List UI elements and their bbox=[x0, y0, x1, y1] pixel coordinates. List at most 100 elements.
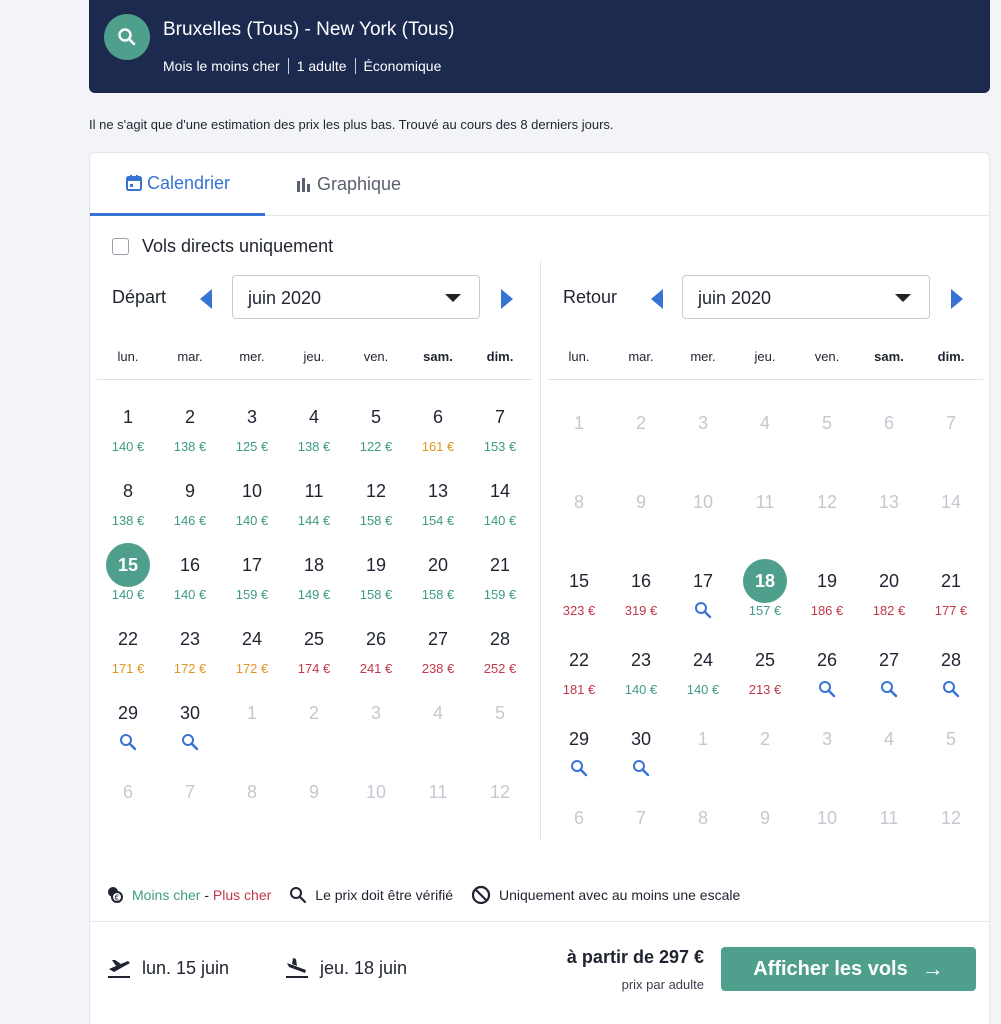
day-cell[interactable]: 8 138 € bbox=[97, 469, 159, 543]
day-cell[interactable]: 3 125 € bbox=[221, 395, 283, 469]
day-cell[interactable]: 16 319 € bbox=[610, 559, 672, 633]
day-cell[interactable]: 20 158 € bbox=[407, 543, 469, 617]
day-cell[interactable]: 19 186 € bbox=[796, 559, 858, 633]
day-cell[interactable]: 6 161 € bbox=[407, 395, 469, 469]
day-cell[interactable]: 25 213 € bbox=[734, 638, 796, 712]
day-cell[interactable]: 12 158 € bbox=[345, 469, 407, 543]
day-cell[interactable]: 29 bbox=[97, 691, 159, 765]
day-cell[interactable]: 9 146 € bbox=[159, 469, 221, 543]
day-cell[interactable]: 27 bbox=[858, 638, 920, 712]
day-cell[interactable]: 5 122 € bbox=[345, 395, 407, 469]
calendar-card: Calendrier Graphique Vols directs unique… bbox=[89, 152, 990, 1024]
day-number: 1 bbox=[697, 729, 708, 749]
tab-calendar[interactable]: Calendrier bbox=[90, 153, 265, 216]
day-cell[interactable]: 27 238 € bbox=[407, 617, 469, 691]
day-number: 20 bbox=[427, 555, 449, 575]
weekday-label: jeu. bbox=[303, 349, 325, 364]
departure-next-month-icon[interactable] bbox=[501, 289, 513, 309]
return-prev-month-icon[interactable] bbox=[651, 289, 663, 309]
return-next-month-icon[interactable] bbox=[951, 289, 963, 309]
day-cell[interactable]: 17 159 € bbox=[221, 543, 283, 617]
day-cell[interactable]: 14 140 € bbox=[469, 469, 531, 543]
tab-graph[interactable]: Graphique bbox=[295, 153, 420, 216]
day-number: 11 bbox=[755, 492, 775, 512]
return-month-select[interactable]: juin 2020 bbox=[682, 275, 930, 319]
day-price: 138 € bbox=[111, 513, 145, 528]
search-icon[interactable] bbox=[104, 14, 150, 60]
day-number: 12 bbox=[489, 782, 511, 802]
day-cell[interactable]: 11 144 € bbox=[283, 469, 345, 543]
day-number: 7 bbox=[635, 808, 646, 828]
day-number: 8 bbox=[122, 481, 133, 501]
day-cell[interactable]: 7 153 € bbox=[469, 395, 531, 469]
day-cell[interactable]: 26 bbox=[796, 638, 858, 712]
day-number: 4 bbox=[883, 729, 894, 749]
day-cell[interactable]: 16 140 € bbox=[159, 543, 221, 617]
weekday-label: mer. bbox=[690, 349, 716, 364]
day-number: 9 bbox=[759, 808, 770, 828]
search-icon[interactable] bbox=[818, 680, 836, 698]
day-cell[interactable]: 18 157 € bbox=[734, 559, 796, 633]
day-cell[interactable]: 17 bbox=[672, 559, 734, 633]
weekday-divider bbox=[548, 379, 983, 380]
day-price: 158 € bbox=[421, 587, 455, 602]
legend-dash: - bbox=[200, 887, 213, 903]
day-price: 158 € bbox=[359, 513, 393, 528]
search-icon[interactable] bbox=[880, 680, 898, 698]
day-cell[interactable]: 15 140 € bbox=[97, 543, 159, 617]
day-cell: 1 bbox=[221, 691, 283, 765]
departure-month-select[interactable]: juin 2020 bbox=[232, 275, 480, 319]
day-cell[interactable]: 22 171 € bbox=[97, 617, 159, 691]
day-cell[interactable]: 23 140 € bbox=[610, 638, 672, 712]
day-cell[interactable]: 20 182 € bbox=[858, 559, 920, 633]
day-cell: 6 bbox=[97, 770, 159, 844]
day-cell[interactable]: 19 158 € bbox=[345, 543, 407, 617]
departure-month-value: juin 2020 bbox=[248, 288, 322, 308]
day-cell: 11 bbox=[858, 796, 920, 870]
day-cell[interactable]: 22 181 € bbox=[548, 638, 610, 712]
day-cell[interactable]: 10 140 € bbox=[221, 469, 283, 543]
day-cell[interactable]: 24 140 € bbox=[672, 638, 734, 712]
search-icon[interactable] bbox=[570, 759, 588, 777]
weekday-label: jeu. bbox=[754, 349, 776, 364]
footer-divider bbox=[90, 921, 989, 922]
day-cell: 9 bbox=[734, 796, 796, 870]
day-cell[interactable]: 28 252 € bbox=[469, 617, 531, 691]
day-number: 12 bbox=[940, 808, 962, 828]
search-icon[interactable] bbox=[181, 733, 199, 751]
search-icon[interactable] bbox=[119, 733, 137, 751]
day-number: 5 bbox=[821, 413, 832, 433]
direct-flights-checkbox[interactable] bbox=[112, 238, 129, 255]
day-cell: 1 bbox=[672, 717, 734, 791]
day-cell: 7 bbox=[610, 796, 672, 870]
day-cell[interactable]: 28 bbox=[920, 638, 982, 712]
search-icon[interactable] bbox=[632, 759, 650, 777]
day-cell: 5 bbox=[920, 717, 982, 791]
day-cell[interactable]: 4 138 € bbox=[283, 395, 345, 469]
day-cell[interactable]: 24 172 € bbox=[221, 617, 283, 691]
direct-flights-toggle[interactable]: Vols directs uniquement bbox=[112, 236, 333, 257]
search-icon[interactable] bbox=[694, 601, 712, 619]
day-price: 186 € bbox=[810, 603, 844, 618]
day-cell[interactable]: 21 159 € bbox=[469, 543, 531, 617]
search-summary-header[interactable]: Bruxelles (Tous) - New York (Tous) Mois … bbox=[89, 0, 990, 93]
day-cell[interactable]: 23 172 € bbox=[159, 617, 221, 691]
day-cell: 8 bbox=[221, 770, 283, 844]
day-cell[interactable]: 1 140 € bbox=[97, 395, 159, 469]
day-cell[interactable]: 30 bbox=[159, 691, 221, 765]
search-icon[interactable] bbox=[942, 680, 960, 698]
day-cell[interactable]: 2 138 € bbox=[159, 395, 221, 469]
day-cell[interactable]: 30 bbox=[610, 717, 672, 791]
departure-prev-month-icon[interactable] bbox=[200, 289, 212, 309]
day-cell[interactable]: 18 149 € bbox=[283, 543, 345, 617]
day-cell[interactable]: 29 bbox=[548, 717, 610, 791]
day-cell[interactable]: 26 241 € bbox=[345, 617, 407, 691]
day-cell[interactable]: 15 323 € bbox=[548, 559, 610, 633]
day-cell[interactable]: 25 174 € bbox=[283, 617, 345, 691]
show-flights-button[interactable]: Afficher les vols → bbox=[721, 947, 976, 991]
plane-arrival-icon bbox=[286, 958, 308, 978]
day-cell: 11 bbox=[407, 770, 469, 844]
day-cell: 10 bbox=[345, 770, 407, 844]
day-cell[interactable]: 13 154 € bbox=[407, 469, 469, 543]
day-cell[interactable]: 21 177 € bbox=[920, 559, 982, 633]
